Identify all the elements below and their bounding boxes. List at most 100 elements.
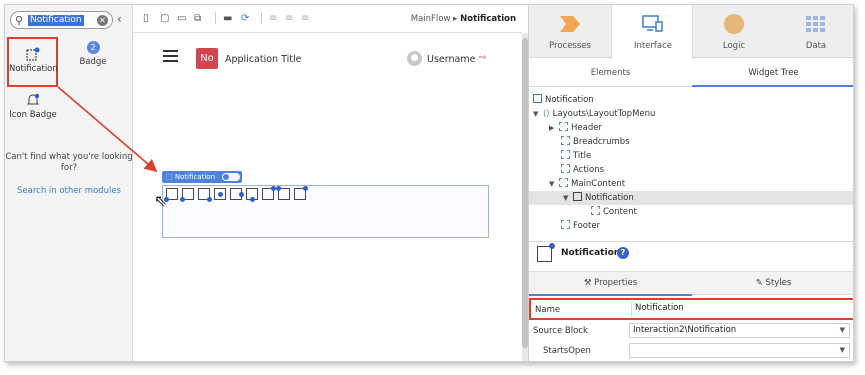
toolbox-item-badge[interactable]: 2 Badge [67,41,119,81]
expand-caret-icon[interactable]: ▼ [533,107,543,121]
collapse-toolbox-icon[interactable]: ‹ [117,12,122,26]
container-icon [591,206,600,215]
widget-glyph-icon [230,188,244,200]
dropdown-arrow-icon: ▼ [839,326,845,334]
tree-item-label: Header [571,123,602,133]
widget-glyph-icon [262,186,276,200]
collapse-caret-icon[interactable]: ▶ [549,121,559,135]
tab-properties[interactable]: ⚒ Properties [529,278,692,288]
processes-icon [560,16,580,32]
tablet-preview-icon[interactable]: ▢ [160,13,169,24]
tree-item-label: Actions [573,165,605,175]
tree-item-title[interactable]: Title [561,149,591,163]
toggle-icon[interactable] [222,173,240,181]
username-text: Username [427,54,476,65]
selected-widget-tag[interactable]: ⬚ Notification [162,171,242,183]
tree-item-maincontent[interactable]: ▼ MainContent [549,177,625,191]
design-canvas[interactable]: No Application Title ● Username ⇨ ⬚ Noti… [133,33,522,361]
property-tabs: ⚒ Properties ✎ Styles [529,271,853,295]
notification-icon [573,192,582,201]
tab-label: Logic [722,41,746,51]
property-label: StartsOpen [543,346,591,356]
widget-glyph-icon [246,188,258,202]
breadcrumb-parent[interactable]: MainFlow [411,14,451,24]
tree-item-label: Layouts\LayoutTopMenu [552,109,656,119]
breadcrumb-current: Notification [460,14,516,24]
badge-icon: 2 [86,41,100,54]
expand-caret-icon[interactable]: ▼ [549,177,559,191]
tree-item-label: Footer [573,221,601,231]
toolbox-item-notification[interactable]: Notification [7,37,58,87]
tab-processes[interactable]: Processes [529,5,611,58]
container-icon [561,220,570,229]
name-field[interactable]: Notification [631,302,852,317]
tree-item-actions[interactable]: Actions [561,163,604,177]
clear-search-icon[interactable]: ✕ [97,15,108,26]
hamburger-menu-icon[interactable] [163,50,178,65]
notification-widget-placeholder[interactable] [162,185,489,238]
layout-icon: ⟨⟩ [543,109,550,119]
search-input[interactable]: Notification [28,15,84,26]
expand-caret-icon[interactable]: ▼ [563,191,573,205]
search-other-modules-link[interactable]: Search in other modules [5,186,133,197]
property-row-source-block: Source Block Interaction2\Notification ▼ [529,321,853,341]
tab-label: Interface [633,41,673,51]
widget-tree: Notification ▼ ⟨⟩ Layouts\LayoutTopMenu ▶ H… [529,89,853,239]
container-icon [561,136,570,145]
tree-item-layout[interactable]: ▼ ⟨⟩ Layouts\LayoutTopMenu [533,107,655,121]
tab-label: Styles [765,278,792,288]
property-row-startsopen: StartsOpen ▼ [529,341,853,361]
align-right-icon[interactable]: ≡ [301,13,309,24]
refresh-icon[interactable]: ⟳ [241,13,249,24]
align-left-icon[interactable]: ≡ [269,13,277,24]
logout-icon[interactable]: ⇨ [479,53,487,63]
startsopen-select[interactable]: ▼ [629,343,850,358]
phone-preview-icon[interactable]: ▯ [143,13,149,24]
tree-item-header[interactable]: ▶ Header [549,121,602,135]
container-icon [561,164,570,173]
toolbox-item-label: Badge [79,57,107,67]
tab-interface[interactable]: Interface [611,5,693,59]
notification-tag-icon: ⬚ [166,173,173,181]
app-logo: No [196,48,218,69]
dropdown-arrow-icon: ▼ [839,346,845,354]
tab-data[interactable]: Data [775,5,853,58]
notification-widget-strip [164,186,310,202]
tree-item-label: Content [603,207,637,217]
tree-item-breadcrumbs[interactable]: Breadcrumbs [561,135,630,149]
tree-item-footer[interactable]: Footer [561,219,600,233]
active-subtab-indicator [692,85,853,87]
tab-widget-tree[interactable]: Widget Tree [692,68,853,78]
toolbox-item-icon-badge[interactable]: Icon Badge [7,93,59,133]
tab-elements[interactable]: Elements [529,68,692,78]
app-header: No Application Title ● Username ⇨ [133,33,522,71]
align-center-icon[interactable]: ≡ [285,13,293,24]
css-icon[interactable]: ▬ [223,13,232,24]
desktop-preview-icon[interactable]: ▭ [177,13,186,24]
tab-styles[interactable]: ✎ Styles [692,278,853,288]
tab-logic[interactable]: Logic [693,5,775,58]
app-title: Application Title [225,54,302,65]
widget-glyph-icon [276,186,290,200]
multi-screen-icon[interactable]: ⧉ [194,13,201,24]
help-icon[interactable]: ? [617,247,629,259]
selected-widget-tag-label: Notification [174,173,216,181]
tree-item-label: Notification [545,95,594,105]
notification-icon [537,243,555,262]
tree-item-label: Breadcrumbs [573,137,630,147]
main-tabs: Processes Interface Logic Data [529,5,853,59]
tree-item-content[interactable]: Content [591,205,637,219]
container-icon [559,178,568,187]
tab-label: Processes [549,41,591,51]
notification-icon [25,47,39,61]
widget-glyph-icon [198,188,212,202]
tree-item-notification-widget[interactable]: ▼ Notification [563,191,634,205]
mouse-cursor-icon: ⇖ [154,191,168,210]
toolbox-search[interactable]: ⚲ Notification ✕ [10,11,113,29]
tree-item-notification-page[interactable]: Notification [533,93,594,107]
ide-window: ⚲ Notification ✕ ‹ Notification 2 Badge … [4,4,854,362]
property-label: Name [535,305,561,315]
sub-tabs: Elements Widget Tree [529,59,853,87]
tab-label: Properties [594,278,638,288]
source-block-select[interactable]: Interaction2\Notification ▼ [629,323,850,338]
